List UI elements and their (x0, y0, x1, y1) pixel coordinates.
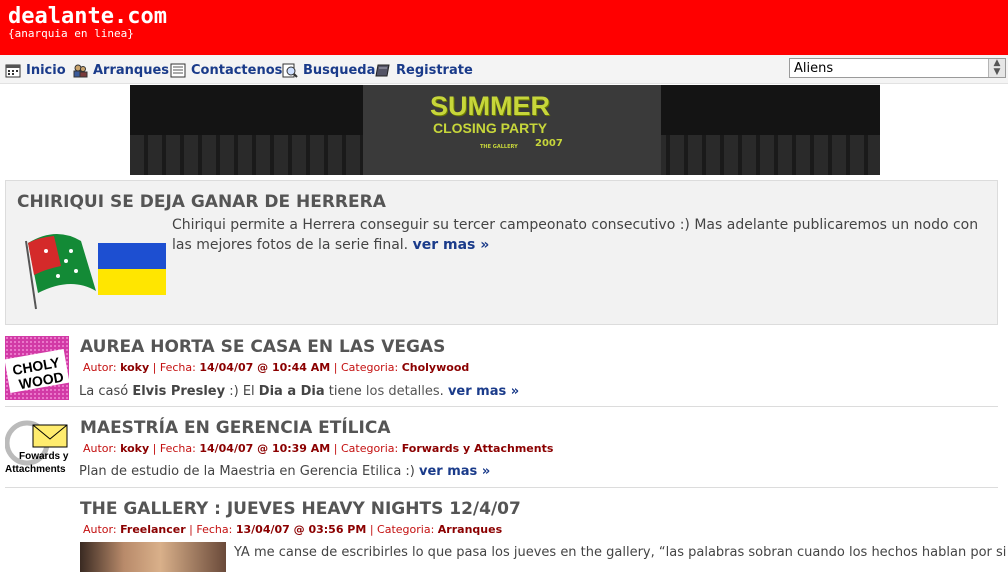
article-more-link[interactable]: ver mas » (448, 384, 519, 399)
category-link[interactable]: Forwards y Attachments (402, 442, 554, 455)
featured-image (16, 221, 171, 311)
article-meta: Autor: Freelancer | Fecha: 13/04/07 @ 03… (83, 523, 503, 536)
cholywood-thumb[interactable]: CHOLY WOOD (4, 336, 70, 400)
calendar-icon (5, 63, 21, 78)
theme-select[interactable]: Aliens ▲ ▼ (789, 58, 1006, 78)
nav-label: Inicio (26, 62, 66, 78)
site-header: dealante.com {anarquia en linea} (0, 0, 1008, 55)
forwards-thumb[interactable]: Fowards y Attachments (4, 417, 69, 481)
author-link[interactable]: koky (120, 442, 149, 455)
featured-title[interactable]: CHIRIQUI SE DEJA GANAR DE HERRERA (17, 192, 386, 212)
users-icon (72, 63, 88, 78)
nav-item-busqueda[interactable]: Busqueda (282, 62, 375, 78)
article-more-link[interactable]: ver mas » (419, 464, 490, 479)
search-icon (282, 63, 298, 78)
category-link[interactable]: Cholywood (402, 361, 470, 374)
nav-item-registrate[interactable]: Registrate (375, 62, 473, 78)
banner-line2: CLOSING PARTY (433, 120, 548, 136)
nav-item-arranques[interactable]: Arranques (72, 62, 169, 78)
divider (5, 406, 998, 407)
article-title[interactable]: THE GALLERY : JUEVES HEAVY NIGHTS 12/4/0… (80, 499, 521, 519)
article-summary: YA me canse de escribirles lo que pasa l… (234, 545, 1007, 560)
banner-line1: SUMMER (430, 91, 550, 121)
featured-text: Chiriqui permite a Herrera conseguir su … (172, 217, 979, 253)
ad-banner[interactable]: SUMMER CLOSING PARTY 2007 THE GALLERY (130, 85, 880, 175)
featured-story: CHIRIQUI SE DEJA GANAR DE HERRERA Chiriq… (5, 180, 998, 325)
article-title[interactable]: MAESTRÍA EN GERENCIA ETÍLICA (80, 418, 390, 438)
book-icon (375, 63, 391, 78)
card-icon (170, 63, 186, 78)
banner-venue: THE GALLERY (480, 144, 518, 150)
nav-label: Arranques (93, 62, 170, 78)
article-summary: Plan de estudio de la Maestria en Gerenc… (79, 464, 491, 479)
article-meta: Autor: koky | Fecha: 14/04/07 @ 10:44 AM… (83, 361, 470, 374)
site-slogan: {anarquia en linea} (8, 27, 134, 40)
author-link[interactable]: Freelancer (120, 523, 186, 536)
article-summary: La casó Elvis Presley :) El Dia a Dia ti… (79, 384, 520, 399)
nav-item-inicio[interactable]: Inicio (5, 62, 66, 78)
details-link[interactable]: los detalles (366, 384, 440, 399)
nav-label: Busqueda (303, 62, 376, 78)
category-link[interactable]: Arranques (438, 523, 502, 536)
gallery-photo[interactable] (80, 542, 226, 572)
thumb-text-1: Fowards y (19, 451, 69, 462)
nav-label: Registrate (396, 62, 473, 78)
spin-arrows-icon[interactable]: ▲ ▼ (988, 59, 1005, 77)
featured-more-link[interactable]: ver mas » (413, 237, 490, 253)
nav-label: Contactenos (191, 62, 283, 78)
site-logo[interactable]: dealante.com (8, 4, 167, 29)
banner-year: 2007 (535, 138, 563, 149)
article-meta: Autor: koky | Fecha: 14/04/07 @ 10:39 AM… (83, 442, 554, 455)
theme-select-value: Aliens (794, 61, 834, 76)
nav-item-contactenos[interactable]: Contactenos (170, 62, 282, 78)
article-title[interactable]: AUREA HORTA SE CASA EN LAS VEGAS (80, 337, 445, 357)
divider (5, 487, 998, 488)
thumb-text-2: Attachments (5, 464, 66, 475)
author-link[interactable]: koky (120, 361, 149, 374)
